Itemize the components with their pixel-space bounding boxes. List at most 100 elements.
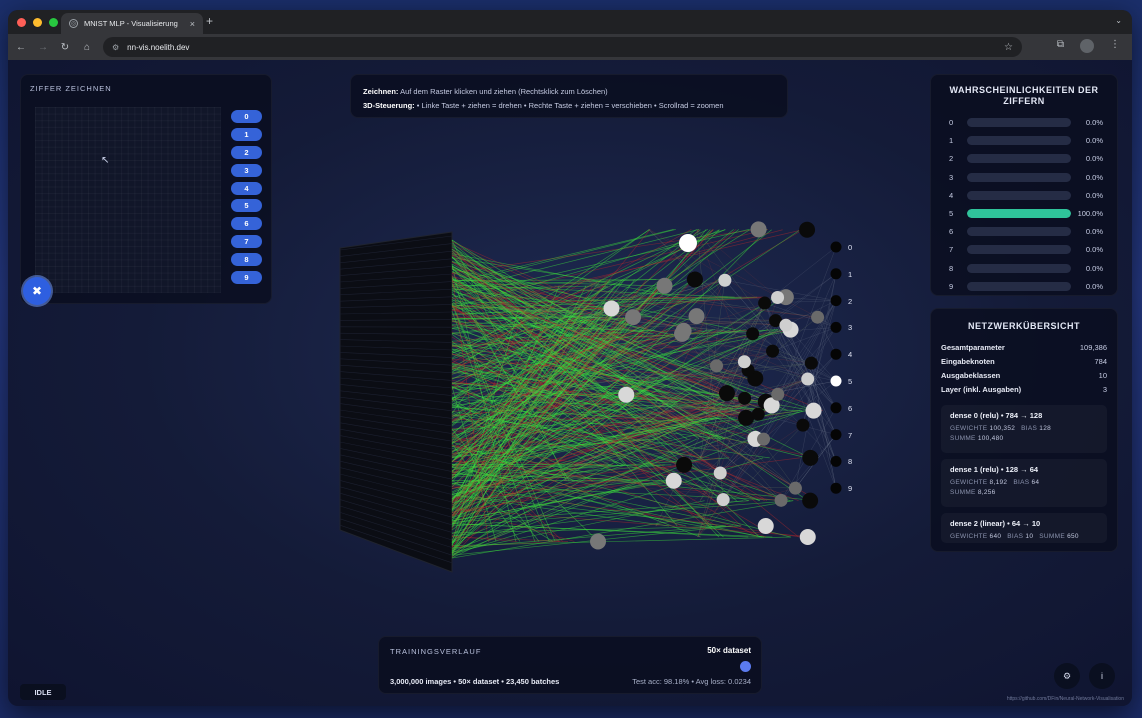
address-bar[interactable]: ⚙ nn-vis.noelith.dev ☆ bbox=[103, 37, 1022, 57]
chevron-down-icon[interactable]: ⌄ bbox=[1115, 16, 1122, 25]
hidden-node bbox=[674, 325, 691, 342]
drawing-grid[interactable]: ↖ bbox=[35, 107, 221, 293]
layer-detail-label: GEWICHTE bbox=[950, 479, 988, 486]
menu-icon[interactable]: ⋮ bbox=[1110, 39, 1120, 53]
bookmark-star-icon[interactable]: ☆ bbox=[1004, 42, 1013, 53]
tab-close-icon[interactable]: × bbox=[190, 19, 195, 29]
training-info: 3,000,000 images • 50× dataset • 23,450 … bbox=[390, 677, 560, 686]
layer-details: SUMME 100,480 bbox=[950, 435, 1098, 442]
probability-fill bbox=[967, 209, 1071, 218]
digit-buttons: 0 1 2 3 4 5 6 7 8 9 bbox=[231, 110, 262, 285]
digit-button-6[interactable]: 6 bbox=[231, 217, 262, 231]
reload-icon[interactable]: ↻ bbox=[54, 42, 76, 53]
hidden-node bbox=[751, 407, 765, 421]
output-label: 7 bbox=[848, 430, 853, 440]
probability-value: 0.0% bbox=[1085, 227, 1103, 237]
probability-row: 3 0.0% bbox=[949, 171, 1103, 184]
output-label: 1 bbox=[848, 269, 853, 279]
probabilities-title: WAHRSCHEINLICHKEITEN DER ZIFFERN bbox=[949, 85, 1099, 106]
digit-button-9[interactable]: 9 bbox=[231, 271, 262, 285]
layer-detail-value: 640 bbox=[989, 533, 1002, 540]
probability-bar bbox=[967, 136, 1071, 146]
layer-detail-value: 8,192 bbox=[989, 479, 1008, 486]
back-icon[interactable]: ← bbox=[10, 42, 32, 53]
maximize-window-button[interactable] bbox=[49, 17, 58, 27]
profile-avatar[interactable] bbox=[1080, 39, 1094, 53]
hidden-node bbox=[771, 291, 785, 305]
layer-detail-label: SUMME bbox=[950, 489, 976, 496]
layer-detail-label: GEWICHTE bbox=[950, 425, 988, 432]
probability-digit: 9 bbox=[949, 281, 954, 291]
gear-icon: ⚙ bbox=[1062, 670, 1072, 681]
probability-row: 5 100.0% bbox=[949, 207, 1103, 220]
site-info-icon[interactable]: ⚙ bbox=[112, 43, 119, 52]
hidden-node bbox=[757, 518, 774, 535]
stat-value: 10 bbox=[1098, 371, 1107, 380]
browser-tab[interactable]: ◎ MNIST MLP - Visualisierung × bbox=[61, 13, 203, 34]
hidden-node bbox=[757, 432, 771, 446]
new-tab-icon[interactable]: + bbox=[206, 14, 213, 28]
hidden-node bbox=[811, 310, 825, 324]
digit-button-5[interactable]: 5 bbox=[231, 199, 262, 213]
digit-button-3[interactable]: 3 bbox=[231, 163, 262, 177]
layer-detail-value: 650 bbox=[1067, 533, 1079, 540]
url-text: nn-vis.noelith.dev bbox=[127, 42, 190, 52]
layer-detail-label: GEWICHTE bbox=[950, 533, 988, 540]
output-label: 8 bbox=[848, 457, 853, 467]
network-3d-scene[interactable] bbox=[328, 170, 868, 590]
probability-row: 2 0.0% bbox=[949, 152, 1103, 165]
app-viewport: 0 1 2 3 4 5 6 7 8 9 ZIFFER ZEICHNEN ↖ 0 1 2 3 4 5 6 7 8 9 … bbox=[8, 60, 1132, 706]
info-button[interactable]: i bbox=[1089, 663, 1115, 689]
probability-bar bbox=[967, 263, 1071, 273]
hidden-node bbox=[656, 277, 673, 294]
probability-value: 100.0% bbox=[1077, 209, 1103, 218]
training-panel: TRAININGSVERLAUF 50× dataset 3,000,000 i… bbox=[378, 636, 762, 694]
control-text: • Linke Taste + ziehen = drehen • Rechte… bbox=[416, 101, 724, 110]
minimize-window-button[interactable] bbox=[33, 17, 42, 27]
clear-button[interactable]: ✖ bbox=[23, 277, 51, 305]
digit-button-1[interactable]: 1 bbox=[231, 127, 262, 141]
layer-card: dense 1 (relu) • 128 → 64 GEWICHTE 8,192 B… bbox=[941, 459, 1107, 507]
hidden-node bbox=[805, 402, 822, 419]
digit-button-8[interactable]: 8 bbox=[231, 253, 262, 267]
layer-detail-label: SUMME bbox=[950, 435, 976, 442]
digit-button-2[interactable]: 2 bbox=[231, 145, 262, 159]
digit-button-4[interactable]: 4 bbox=[231, 181, 262, 195]
footer-link[interactable]: https://github.com/DFin/Neural-Network-V… bbox=[1007, 696, 1124, 702]
close-window-button[interactable] bbox=[17, 17, 26, 27]
hidden-node bbox=[718, 385, 735, 402]
hidden-node bbox=[799, 529, 816, 546]
hidden-node bbox=[750, 221, 767, 238]
forward-icon[interactable]: → bbox=[32, 42, 54, 53]
hidden-node bbox=[713, 466, 727, 480]
training-accuracy: Test acc: 98.18% • Avg loss: 0.0234 bbox=[632, 677, 751, 686]
stat-label: Ausgabeklassen bbox=[941, 371, 1001, 380]
digit-button-7[interactable]: 7 bbox=[231, 235, 262, 249]
extensions-icon[interactable]: ⧉ bbox=[1057, 39, 1064, 53]
probability-bar bbox=[967, 227, 1071, 237]
probability-bar bbox=[967, 281, 1071, 291]
input-layer-plane bbox=[339, 231, 453, 573]
instructions-panel: Zeichnen: Auf dem Raster klicken und zie… bbox=[350, 74, 788, 118]
home-icon[interactable]: ⌂ bbox=[76, 42, 98, 53]
digit-button-0[interactable]: 0 bbox=[231, 110, 262, 123]
connection-line bbox=[451, 500, 705, 553]
draw-text: Auf dem Raster klicken und ziehen (Recht… bbox=[400, 87, 608, 96]
probability-bar bbox=[967, 245, 1071, 255]
hidden-node bbox=[688, 308, 705, 325]
hidden-node bbox=[758, 296, 772, 310]
layer-detail-label: BIAS bbox=[1013, 479, 1030, 486]
progress-dot[interactable] bbox=[740, 661, 751, 672]
output-label: 2 bbox=[848, 296, 853, 306]
connection-line bbox=[451, 536, 792, 546]
probability-digit: 2 bbox=[949, 154, 954, 164]
hidden-node bbox=[802, 492, 819, 509]
stat-value: 109,386 bbox=[1079, 343, 1107, 352]
probability-digit: 8 bbox=[949, 263, 954, 273]
hidden-node bbox=[737, 355, 751, 369]
settings-button[interactable]: ⚙ bbox=[1054, 663, 1080, 689]
hidden-node bbox=[686, 271, 703, 288]
close-icon: ✖ bbox=[31, 284, 43, 298]
output-label: 4 bbox=[848, 350, 853, 360]
browser-toolbar: ← → ↻ ⌂ ⚙ nn-vis.noelith.dev ☆ ⧉ ⋮ bbox=[8, 34, 1132, 60]
